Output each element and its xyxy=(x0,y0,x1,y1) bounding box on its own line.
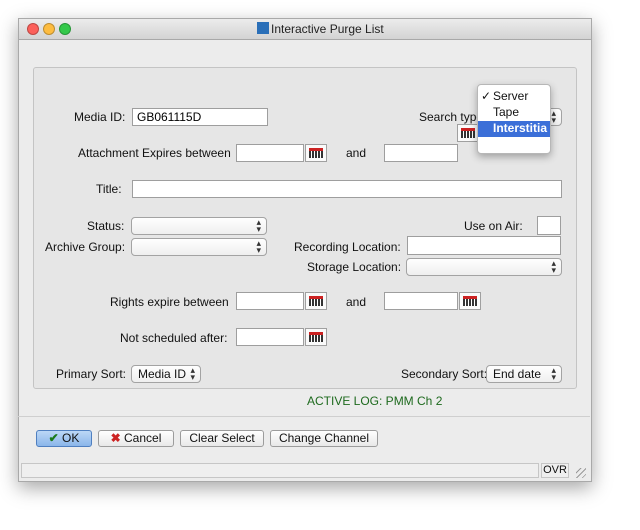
calendar-icon[interactable] xyxy=(305,328,327,346)
checkmark-icon: ✔ xyxy=(48,431,59,445)
not-scheduled-input[interactable] xyxy=(236,328,304,346)
attachment-expires-from-input[interactable] xyxy=(236,144,304,162)
archive-group-label: Archive Group: xyxy=(45,240,126,254)
search-type-label: Search type xyxy=(419,110,484,124)
storage-location-label: Storage Location: xyxy=(307,260,402,274)
checkmark-icon: ✓ xyxy=(481,89,492,103)
app-icon xyxy=(257,22,269,34)
not-scheduled-label: Not scheduled after: xyxy=(120,331,228,345)
title-label: Title: xyxy=(96,182,122,196)
and-label: and xyxy=(346,146,367,160)
use-on-air-input[interactable] xyxy=(537,216,561,235)
secondary-sort-label: Secondary Sort: xyxy=(401,367,488,381)
close-icon: ✖ xyxy=(110,431,121,445)
chevron-updown-icon: ▴ ▾ xyxy=(190,365,195,382)
primary-sort-value: Media ID xyxy=(138,367,187,381)
search-type-dropdown-menu: ✓ Server Tape Interstitia xyxy=(477,84,551,154)
chevron-updown-icon: ▴ ▾ xyxy=(551,258,556,275)
calendar-icon[interactable] xyxy=(459,292,481,310)
primary-sort-select[interactable]: Media ID ▴ ▾ xyxy=(131,365,201,383)
and-label: and xyxy=(346,295,367,309)
calendar-icon[interactable] xyxy=(457,124,479,142)
chevron-updown-icon: ▴ ▾ xyxy=(256,217,261,234)
archive-group-select[interactable]: ▴ ▾ xyxy=(131,238,267,256)
storage-location-select[interactable]: ▴ ▾ xyxy=(406,258,562,276)
zoom-window-button[interactable] xyxy=(59,23,71,35)
chevron-updown-icon: ▴ ▾ xyxy=(551,365,556,382)
secondary-sort-value: End date xyxy=(493,367,542,381)
ovr-indicator: OVR xyxy=(541,463,569,478)
search-type-option-interstitia[interactable]: Interstitia xyxy=(478,121,550,137)
cancel-button[interactable]: ✖ Cancel xyxy=(98,430,174,447)
title-bar: Interactive Purge List xyxy=(19,19,591,40)
minimize-window-button[interactable] xyxy=(43,23,55,35)
search-type-option-tape[interactable]: Tape xyxy=(478,105,550,121)
use-on-air-label: Use on Air: xyxy=(464,219,523,233)
window-title: Interactive Purge List xyxy=(271,22,384,36)
recording-location-input[interactable] xyxy=(407,236,561,255)
status-select[interactable]: ▴ ▾ xyxy=(131,217,267,235)
recording-location-label: Recording Location: xyxy=(294,240,401,254)
change-channel-button[interactable]: Change Channel xyxy=(270,430,378,447)
title-input[interactable] xyxy=(132,180,562,198)
rights-expire-from-input[interactable] xyxy=(236,292,304,310)
rights-expire-label: Rights expire between xyxy=(110,295,229,309)
secondary-sort-select[interactable]: End date ▴ ▾ xyxy=(486,365,562,383)
media-id-input[interactable] xyxy=(132,108,268,126)
rights-expire-to-input[interactable] xyxy=(384,292,458,310)
active-log-text: ACTIVE LOG: PMM Ch 2 xyxy=(307,394,443,408)
chevron-updown-icon: ▴ ▾ xyxy=(551,108,556,125)
calendar-icon[interactable] xyxy=(305,144,327,162)
media-id-label: Media ID: xyxy=(74,110,126,124)
primary-sort-label: Primary Sort: xyxy=(56,367,127,381)
calendar-icon[interactable] xyxy=(305,292,327,310)
chevron-updown-icon: ▴ ▾ xyxy=(256,238,261,255)
status-bar xyxy=(21,463,539,478)
close-window-button[interactable] xyxy=(27,23,39,35)
button-separator xyxy=(18,416,590,417)
attachment-expires-to-input[interactable] xyxy=(384,144,458,162)
search-type-option-server[interactable]: ✓ Server xyxy=(478,89,550,105)
resize-grip-icon[interactable] xyxy=(576,468,586,478)
ok-button[interactable]: ✔ OK xyxy=(36,430,92,447)
clear-select-button[interactable]: Clear Select xyxy=(180,430,264,447)
status-label: Status: xyxy=(87,219,125,233)
attachment-expires-label: Attachment Expires between xyxy=(78,146,231,160)
